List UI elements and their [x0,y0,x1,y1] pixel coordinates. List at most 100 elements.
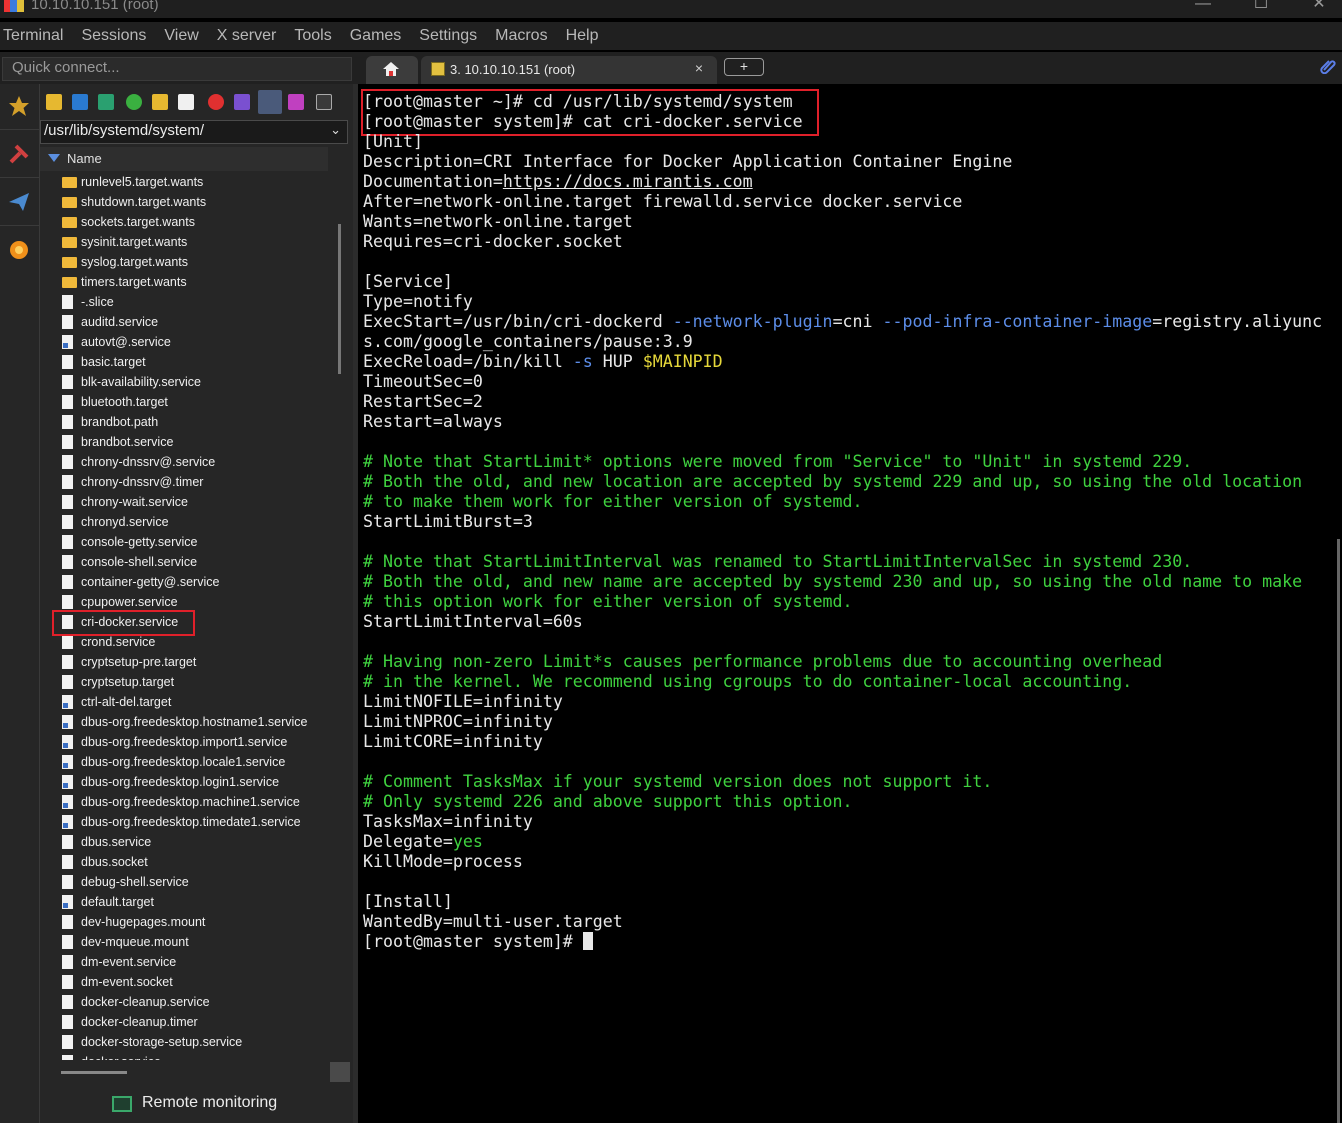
terminal-line: # Only systemd 226 and above support thi… [363,792,853,812]
folder-icon [62,237,77,248]
scroll-corner [330,1062,350,1082]
folder-icon [62,217,77,228]
terminal-line: LimitNOFILE=infinity [363,692,563,712]
terminal-scrollbar[interactable] [1337,539,1340,1123]
terminal-text: s.com/google_containers/pause:3.9 [363,332,693,351]
minimize-icon[interactable]: — [1188,0,1218,14]
file-icon [62,495,73,509]
terminal-line: LimitCORE=infinity [363,732,543,752]
refresh-icon[interactable] [126,94,142,110]
sftp-button[interactable] [0,180,39,226]
file-name: sysinit.target.wants [81,235,188,249]
new-tab-button[interactable]: + [724,58,764,76]
close-window-icon[interactable]: ✕ [1304,0,1334,14]
menu-sessions[interactable]: Sessions [81,27,146,45]
file-icon [62,935,73,949]
terminal-sync-icon[interactable] [316,94,332,110]
file-icon [62,575,73,589]
file-name: blk-availability.service [81,375,201,389]
name-column-header[interactable]: Name [40,147,328,171]
file-list-scrollbar[interactable] [338,224,341,374]
terminal-text: $MAINPID [642,352,723,371]
file-name: cryptsetup.target [81,675,175,689]
tab-session[interactable]: 3. 10.10.10.151 (root) × [421,56,717,84]
tab-home[interactable] [366,56,418,84]
terminal-output[interactable]: [root@master ~]# cd /usr/lib/systemd/sys… [358,84,1342,1123]
file-name: default.target [81,895,154,909]
terminal-line: [root@master system]# [363,932,593,952]
menu-bar: Terminal Sessions View X server Tools Ga… [0,22,1342,50]
file-name: cpupower.service [81,595,178,609]
file-icon [62,415,73,429]
terminal-line: LimitNPROC=infinity [363,712,553,732]
file-icon [62,595,73,609]
terminal-text: # this option work for either version of… [363,592,853,611]
delete-icon[interactable] [208,94,224,110]
menu-help[interactable]: Help [566,27,599,45]
terminal-text: Restart=always [363,412,503,431]
download-icon[interactable] [72,94,88,110]
file-name: docker-cleanup.service [81,995,210,1009]
terminal-text: ExecReload=/bin/kill [363,352,573,371]
menu-macros[interactable]: Macros [495,27,547,45]
file-name: dbus-org.freedesktop.import1.service [81,735,288,749]
terminal-line: # Having non-zero Limit*s causes perform… [363,652,1162,672]
file-icon [62,875,73,889]
sftp-panel: /usr/lib/systemd/system/ ⌄ Name runlevel… [40,84,353,1123]
magic-wand-icon[interactable] [288,94,304,110]
parent-folder-icon[interactable] [46,94,62,110]
terminal-text: # Only systemd 226 and above support thi… [363,792,853,811]
terminal-line: After=network-online.target firewalld.se… [363,192,962,212]
file-name: chrony-dnssrv@.timer [81,475,204,489]
terminal-text: Documentation= [363,172,503,191]
file-name: dbus-org.freedesktop.login1.service [81,775,280,789]
terminal-line: ExecReload=/bin/kill -s HUP $MAINPID [363,352,723,372]
file-name: console-getty.service [81,535,198,549]
terminal-line: [Service] [363,272,453,292]
terminal-text: HUP [592,352,643,371]
menu-settings[interactable]: Settings [419,27,477,45]
terminal-line: StartLimitBurst=3 [363,512,533,532]
file-icon [62,675,73,689]
terminal-line: [root@master system]# cat cri-docker.ser… [363,112,803,132]
file-name: dev-hugepages.mount [81,915,206,929]
new-file-icon[interactable] [178,94,194,110]
tools-button[interactable] [0,132,39,178]
rename-icon[interactable] [234,94,250,110]
terminal-line: # Comment TasksMax if your systemd versi… [363,772,992,792]
sftp-path-input[interactable]: /usr/lib/systemd/system/ ⌄ [40,120,348,144]
macros-button[interactable] [0,228,39,274]
terminal-text: StartLimitBurst=3 [363,512,533,531]
send-icon [9,193,29,211]
file-link-icon [62,755,73,769]
terminal-line: KillMode=process [363,852,523,872]
file-name: container-getty@.service [81,575,220,589]
new-folder-icon[interactable] [152,94,168,110]
file-link-icon [62,715,73,729]
folder-icon [62,197,77,208]
quick-connect-input[interactable]: Quick connect... [2,57,352,81]
file-name: chrony-dnssrv@.service [81,455,216,469]
terminal-line: # Both the old, and new location are acc… [363,472,1302,492]
horizontal-scroll-thumb[interactable] [61,1071,127,1074]
file-name: dbus.socket [81,855,148,869]
menu-terminal[interactable]: Terminal [3,27,63,45]
tab-close-icon[interactable]: × [695,60,703,76]
paperclip-icon[interactable] [1320,58,1336,74]
menu-tools[interactable]: Tools [294,27,331,45]
upload-icon[interactable] [98,94,114,110]
menu-view[interactable]: View [164,27,198,45]
maximize-icon[interactable]: ☐ [1246,0,1276,14]
file-icon [62,1035,73,1049]
permissions-icon[interactable] [258,90,282,114]
menu-x-server[interactable]: X server [217,27,277,45]
terminal-text: [Install] [363,892,453,911]
menu-games[interactable]: Games [350,27,402,45]
sessions-star-button[interactable] [0,84,39,130]
terminal-text: # Comment TasksMax if your systemd versi… [363,772,993,791]
chevron-down-icon[interactable]: ⌄ [330,122,341,138]
file-name: auditd.service [81,315,159,329]
terminal-text: [Unit] [363,132,423,151]
terminal-text: Requires=cri-docker.socket [363,232,623,251]
terminal-line: Description=CRI Interface for Docker App… [363,152,1012,172]
